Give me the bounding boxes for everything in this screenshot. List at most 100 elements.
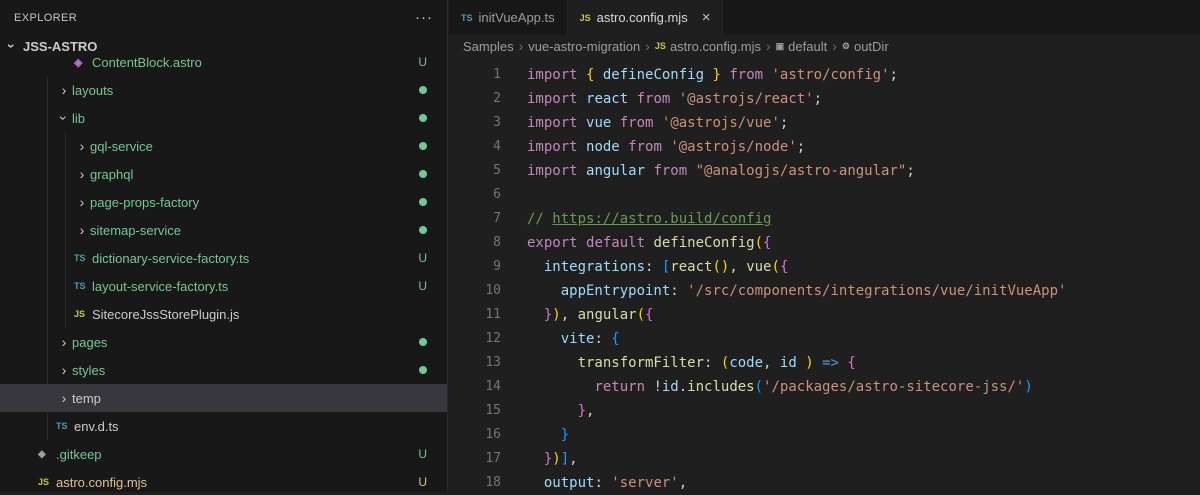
code-line[interactable]: 10 appEntrypoint: '/src/components/integ… bbox=[449, 279, 1200, 303]
code-token: { bbox=[779, 259, 789, 275]
code-line[interactable]: 1 import { defineConfig } from 'astro/con… bbox=[449, 63, 1200, 87]
code-line[interactable]: 13 transformFilter: (code, id ) => { bbox=[449, 351, 1200, 375]
code-line[interactable]: 6 bbox=[449, 183, 1200, 207]
chevron-right-icon[interactable]: › bbox=[74, 194, 90, 210]
breadcrumb-label: vue-astro-migration bbox=[528, 38, 641, 54]
code-token: "@analogjs/astro-angular" bbox=[695, 163, 907, 179]
symbol-default-icon: ▣ bbox=[775, 40, 785, 51]
tree-item-contentblock-astro[interactable]: ◈ ContentBlock.astro U bbox=[0, 57, 447, 76]
tab-astro-config-mjs[interactable]: JS astro.config.mjs × bbox=[567, 0, 724, 35]
code-line[interactable]: 7// https://astro.build/config bbox=[449, 207, 1200, 231]
js-file-icon: JS bbox=[654, 41, 666, 51]
close-icon[interactable]: × bbox=[702, 9, 711, 26]
chevron-right-icon[interactable]: › bbox=[74, 222, 90, 238]
code-token: https://astro.build/config bbox=[552, 211, 772, 227]
code-token: ) bbox=[552, 307, 561, 323]
chevron-right-icon[interactable]: › bbox=[56, 362, 72, 378]
code-line[interactable]: 14 return !id.includes('/packages/astro-… bbox=[449, 375, 1200, 399]
git-status-dot-badge bbox=[419, 86, 427, 94]
tree-item-dictionary-service-factory-ts[interactable]: TS dictionary-service-factory.ts U bbox=[0, 244, 447, 272]
tree-item-label: styles bbox=[72, 362, 106, 378]
code-token: defineConfig bbox=[653, 235, 755, 251]
chevron-right-icon[interactable]: › bbox=[74, 166, 90, 182]
tree-item-layout-service-factory-ts[interactable]: TS layout-service-factory.ts U bbox=[0, 272, 447, 300]
code-line[interactable]: 16 } bbox=[449, 423, 1200, 447]
code-token: , bbox=[729, 259, 747, 275]
breadcrumb-item-astro-config-mjs[interactable]: JS astro.config.mjs bbox=[655, 39, 761, 54]
code-text: appEntrypoint: '/src/components/integrat… bbox=[501, 279, 1067, 303]
breadcrumb-label: default bbox=[788, 38, 828, 54]
git-status-dot-badge bbox=[419, 170, 427, 178]
code-token: : bbox=[594, 331, 612, 347]
tree-item-styles[interactable]: › styles bbox=[0, 356, 447, 384]
git-status-badge: U bbox=[418, 251, 427, 265]
code-token: ; bbox=[906, 163, 915, 179]
line-number: 3 bbox=[493, 115, 501, 130]
code-line[interactable]: 9 integrations: [react(), vue({ bbox=[449, 255, 1200, 279]
code-token: from bbox=[636, 91, 679, 107]
git-status-dot-badge bbox=[419, 142, 427, 150]
breadcrumb-item-outdir[interactable]: ⚙ outDir bbox=[842, 39, 889, 54]
tree-item-gitkeep[interactable]: ◆ .gitkeep U bbox=[0, 440, 447, 468]
git-file-icon: ◆ bbox=[38, 448, 46, 460]
line-number: 1 bbox=[493, 67, 501, 82]
tree-item-label: layout-service-factory.ts bbox=[92, 278, 229, 294]
tree-item-page-props-factory[interactable]: › page-props-factory bbox=[0, 188, 447, 216]
code-line[interactable]: 4 import node from '@astrojs/node'; bbox=[449, 135, 1200, 159]
code-token: import bbox=[527, 67, 587, 83]
git-status-dot-badge bbox=[419, 338, 427, 346]
code-line[interactable]: 5 import angular from "@analogjs/astro-an… bbox=[449, 159, 1200, 183]
git-status-dot-badge bbox=[419, 198, 427, 206]
line-number: 16 bbox=[485, 427, 501, 442]
line-number: 18 bbox=[485, 475, 501, 490]
code-token: , bbox=[586, 403, 595, 419]
tree-item-sitecorejssstoreplugin-js[interactable]: JS SitecoreJssStorePlugin.js bbox=[0, 300, 447, 328]
code-line[interactable]: 2 import react from '@astrojs/react'; bbox=[449, 87, 1200, 111]
line-number: 5 bbox=[493, 163, 501, 178]
code-line[interactable]: 18 output: 'server', bbox=[449, 471, 1200, 495]
code-token: : bbox=[594, 475, 612, 491]
code-token: from bbox=[628, 139, 671, 155]
code-line[interactable]: 15 }, bbox=[449, 399, 1200, 423]
tree-item-graphql[interactable]: › graphql bbox=[0, 160, 447, 188]
section-header-jss-astro[interactable]: › JSS-ASTRO bbox=[0, 35, 447, 57]
tree-item-gql-service[interactable]: › gql-service bbox=[0, 132, 447, 160]
tab-label: astro.config.mjs bbox=[596, 10, 688, 25]
tree-item-pages[interactable]: › pages bbox=[0, 328, 447, 356]
code-line[interactable]: 12 vite: { bbox=[449, 327, 1200, 351]
more-actions-icon[interactable]: ··· bbox=[415, 9, 433, 26]
tab-initvueapp-ts[interactable]: TS initVueApp.ts bbox=[449, 0, 568, 35]
ts-file-icon: TS bbox=[74, 281, 86, 291]
code-token: ] bbox=[560, 451, 570, 467]
code-token: transformFilter bbox=[577, 355, 705, 371]
chevron-right-icon[interactable]: › bbox=[56, 82, 72, 98]
tree-item-layouts[interactable]: › layouts bbox=[0, 76, 447, 104]
code-token: { bbox=[611, 331, 620, 347]
tree-item-astro-config-mjs[interactable]: JS astro.config.mjs U bbox=[0, 468, 447, 492]
code-text: output: 'server', bbox=[501, 471, 687, 495]
code-line[interactable]: 8 export default defineConfig({ bbox=[449, 231, 1200, 255]
breadcrumb-item-default[interactable]: ▣ default bbox=[776, 39, 828, 54]
code-line[interactable]: 3 import vue from '@astrojs/vue'; bbox=[449, 111, 1200, 135]
code-token: ) bbox=[1024, 379, 1033, 395]
chevron-right-icon[interactable]: › bbox=[56, 390, 72, 406]
code-line[interactable]: 11 }), angular({ bbox=[449, 303, 1200, 327]
breadcrumb-item-samples[interactable]: Samples bbox=[463, 39, 514, 54]
code-editor[interactable]: 1 import { defineConfig } from 'astro/con… bbox=[449, 57, 1200, 495]
code-token: id bbox=[661, 379, 679, 395]
chevron-down-icon[interactable]: › bbox=[56, 110, 72, 126]
chevron-right-icon[interactable]: › bbox=[74, 138, 90, 154]
line-number: 2 bbox=[493, 91, 501, 106]
chevron-right-icon[interactable]: › bbox=[56, 334, 72, 350]
breadcrumb-item-vue-astro-migration[interactable]: vue-astro-migration bbox=[528, 39, 640, 54]
tree-item-lib[interactable]: › lib bbox=[0, 104, 447, 132]
code-line[interactable]: 17 })], bbox=[449, 447, 1200, 471]
tree-item-env-d-ts[interactable]: TS env.d.ts bbox=[0, 412, 447, 440]
tree-item-sitemap-service[interactable]: › sitemap-service bbox=[0, 216, 447, 244]
code-text: }, bbox=[501, 399, 595, 423]
tree-item-temp[interactable]: › temp bbox=[0, 384, 447, 412]
code-text: return !id.includes('/packages/astro-sit… bbox=[501, 375, 1033, 399]
